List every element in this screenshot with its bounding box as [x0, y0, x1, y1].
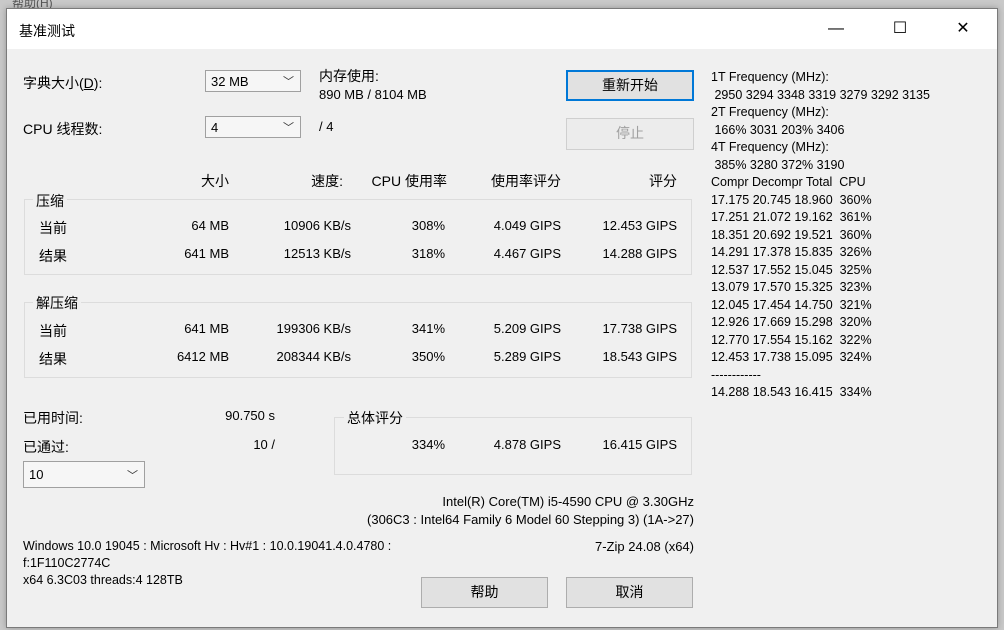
passes-select-value: 10 [29, 467, 44, 482]
size-cell: 64 MB [191, 218, 229, 233]
col-speed-header: 速度: [311, 173, 343, 189]
row-label: 当前 [39, 323, 67, 339]
usage-rating-cell: 4.049 GIPS [493, 218, 561, 233]
cpu-id: (306C3 : Intel64 Family 6 Model 60 Stepp… [367, 512, 694, 527]
window-title: 基准测试 [19, 23, 75, 39]
compress-group [24, 199, 692, 275]
row-label: 当前 [39, 220, 67, 236]
passes-select[interactable]: 10 ﹀ [23, 461, 145, 488]
log-line: 12.453 17.738 15.095 324% [711, 350, 872, 364]
chevron-down-icon: ﹀ [127, 470, 138, 482]
chevron-down-icon: ﹀ [283, 122, 294, 134]
log-line: 12.045 17.454 14.750 321% [711, 297, 872, 312]
rating-cell: 14.288 GIPS [602, 246, 677, 261]
memory-label: 内存使用: [319, 68, 379, 84]
col-usage-rating-header: 使用率评分 [491, 173, 561, 189]
col-size-header: 大小 [201, 173, 229, 189]
size-cell: 6412 MB [176, 349, 229, 364]
speed-cell: 208344 KB/s [276, 349, 351, 364]
restart-button[interactable]: 重新开始 [566, 70, 694, 101]
decompress-group-title: 解压缩 [33, 293, 81, 313]
total-usage-rating: 4.878 GIPS [493, 437, 561, 452]
compress-group-title: 压缩 [33, 191, 67, 211]
usage-rating-cell: 5.289 GIPS [493, 349, 561, 364]
memory-value: 890 MB / 8104 MB [319, 87, 427, 102]
usage-cell: 318% [411, 246, 445, 261]
elapsed-label: 已用时间: [23, 410, 83, 426]
benchmark-window: 基准测试 — ☐ ✕ 字典大小(D): 32 MB ﹀ 内存使用: 890 MB… [6, 8, 998, 628]
log-line: 1T Frequency (MHz): [711, 70, 829, 84]
log-line: 2T Frequency (MHz): [711, 105, 829, 119]
stop-button[interactable]: 停止 [566, 118, 694, 150]
log-line: 12.926 17.669 15.298 320% [711, 315, 872, 329]
log-line: 385% 3280 372% 3190 [711, 157, 845, 172]
app-version: 7-Zip 24.08 (x64) [595, 539, 694, 554]
dict-size-accel: D [83, 75, 94, 91]
minimize-button[interactable]: — [813, 9, 859, 49]
row-label: 结果 [39, 351, 67, 367]
chevron-down-icon: ﹀ [283, 76, 294, 88]
log-line: 18.351 20.692 19.521 360% [711, 227, 872, 242]
help-button[interactable]: 帮助 [421, 577, 548, 608]
usage-rating-cell: 4.467 GIPS [493, 246, 561, 261]
cancel-button[interactable]: 取消 [566, 577, 693, 608]
os-info-line2: f:1F110C2774C [23, 556, 111, 570]
dict-size-select[interactable]: 32 MB ﹀ [205, 70, 301, 92]
rating-cell: 17.738 GIPS [602, 321, 677, 336]
threads-of-total: / 4 [319, 119, 334, 134]
total-usage: 334% [411, 437, 445, 452]
maximize-button[interactable]: ☐ [877, 9, 923, 49]
passed-value: 10 / [253, 437, 275, 452]
threads-value: 4 [211, 120, 219, 135]
log-line: 13.079 17.570 15.325 323% [711, 280, 872, 294]
log-line: 166% 3031 203% 3406 [711, 122, 845, 137]
os-info-line1: Windows 10.0 19045 : Microsoft Hv : Hv#1… [23, 539, 392, 553]
log-line: 4T Frequency (MHz): [711, 140, 829, 154]
total-rating-title: 总体评分 [344, 408, 406, 428]
threads-select[interactable]: 4 ﹀ [205, 116, 301, 138]
log-line: 12.770 17.554 15.162 322% [711, 332, 872, 347]
rating-cell: 18.543 GIPS [602, 349, 677, 364]
row-label: 结果 [39, 248, 67, 264]
log-line: 17.251 21.072 19.162 361% [711, 210, 872, 224]
log-line: Compr Decompr Total CPU [711, 175, 866, 189]
close-button[interactable]: ✕ [940, 9, 986, 49]
threads-label: CPU 线程数: [23, 121, 103, 137]
total-rating: 16.415 GIPS [602, 437, 677, 452]
usage-rating-cell: 5.209 GIPS [493, 321, 561, 336]
dict-size-value: 32 MB [211, 74, 249, 89]
title-bar: 基准测试 — ☐ ✕ [7, 9, 997, 49]
os-info-line3: x64 6.3C03 threads:4 128TB [23, 573, 183, 587]
speed-cell: 199306 KB/s [276, 321, 351, 336]
usage-cell: 308% [411, 218, 445, 233]
speed-cell: 10906 KB/s [283, 218, 351, 233]
log-line: 14.288 18.543 16.415 334% [711, 385, 872, 399]
decompress-group [24, 302, 692, 378]
usage-cell: 350% [411, 349, 445, 364]
rating-cell: 12.453 GIPS [602, 218, 677, 233]
speed-cell: 12513 KB/s [283, 246, 351, 261]
elapsed-value: 90.750 s [225, 408, 275, 423]
dict-size-label: 字典大小(D): [23, 75, 103, 91]
size-cell: 641 MB [184, 321, 229, 336]
log-line: 14.291 17.378 15.835 326% [711, 245, 872, 259]
log-line: 12.537 17.552 15.045 325% [711, 262, 872, 277]
log-line: 17.175 20.745 18.960 360% [711, 192, 872, 207]
log-line: 2950 3294 3348 3319 3279 3292 3135 [711, 87, 930, 102]
usage-cell: 341% [411, 321, 445, 336]
log-line: ------------ [711, 367, 761, 382]
col-cpu-usage-header: CPU 使用率 [371, 173, 447, 189]
col-rating-header: 评分 [649, 173, 677, 189]
size-cell: 641 MB [184, 246, 229, 261]
benchmark-log: 1T Frequency (MHz): 2950 3294 3348 3319 … [711, 69, 930, 402]
cpu-name: Intel(R) Core(TM) i5-4590 CPU @ 3.30GHz [442, 494, 694, 509]
passed-label: 已通过: [23, 439, 69, 455]
